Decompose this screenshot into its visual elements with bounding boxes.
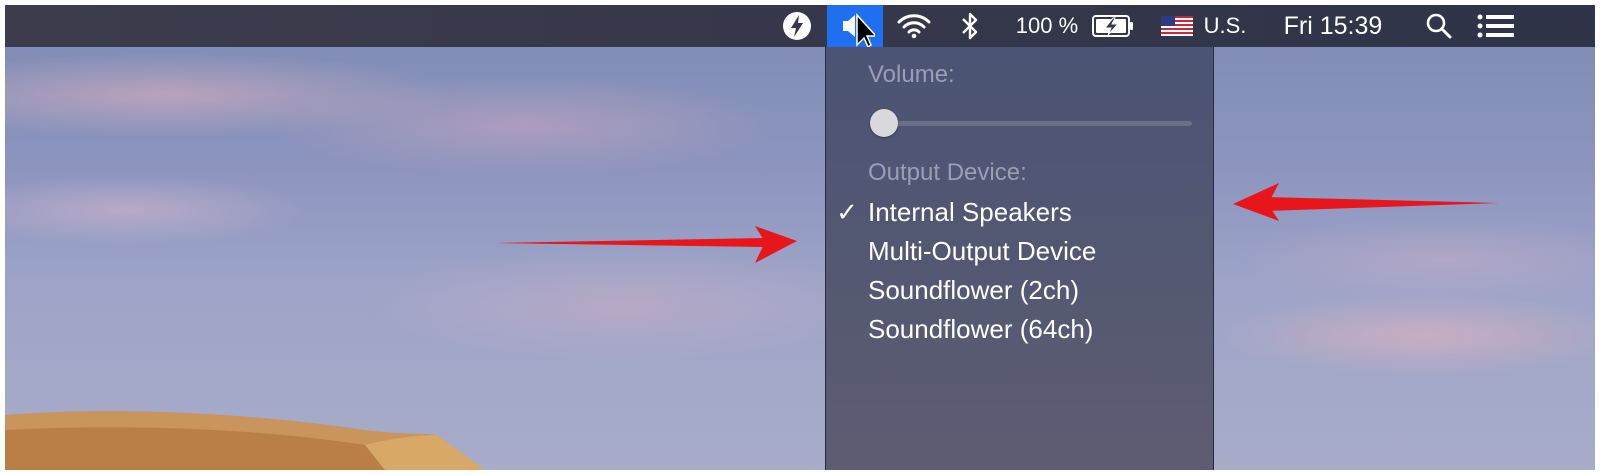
arrow-left-annotation xyxy=(495,226,797,263)
arrow-right-annotation xyxy=(1233,183,1499,221)
screenshot-frame: 100 % U.S. Fri 15:39 Volume: Output Devi… xyxy=(5,5,1595,470)
annotation-arrows xyxy=(495,183,1499,263)
